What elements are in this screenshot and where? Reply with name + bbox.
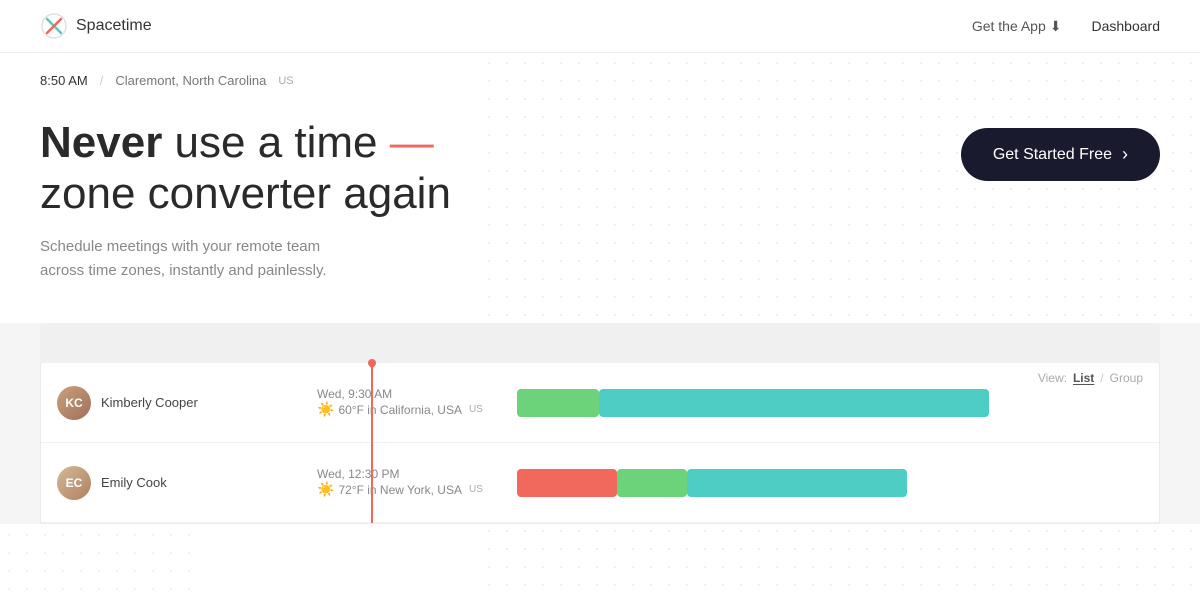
location-country: us: [278, 75, 293, 87]
emily-bar-blue: [687, 469, 907, 497]
hero-title-bold: Never: [40, 118, 162, 167]
time-indicator: [371, 363, 373, 523]
table-row: KC Kimberly Cooper Wed, 9:30 AM ☀️ 60°F …: [41, 363, 1159, 443]
logo-area[interactable]: Spacetime: [40, 12, 152, 40]
main-content: 8:50 AM / Claremont, North Carolina us N…: [0, 53, 1200, 524]
avatar-kimberly: KC: [57, 386, 91, 420]
kimberly-datetime: Wed, 9:30 AM: [317, 387, 517, 401]
location-bar: 8:50 AM / Claremont, North Carolina us: [40, 73, 1160, 88]
kimberly-weather-text: 60°F in California, USA: [338, 403, 462, 417]
kimberly-bar-blue: [599, 389, 989, 417]
member-info-kimberly: KC Kimberly Cooper: [57, 386, 317, 420]
hero-subtitle-1: Schedule meetings with your remote team: [40, 235, 451, 259]
hero-dash: —: [390, 118, 434, 167]
header-nav: Get the App ⬇ Dashboard: [972, 18, 1160, 35]
cta-arrow-icon: ›: [1122, 144, 1128, 165]
kimberly-timeline-bars: [517, 386, 1143, 420]
download-icon: ⬇: [1050, 18, 1062, 35]
emily-timeline-bars: [517, 466, 1143, 500]
location-divider: /: [100, 73, 104, 88]
timeline-header-bar: [40, 323, 1160, 363]
header: Spacetime Get the App ⬇ Dashboard: [0, 0, 1200, 53]
kimberly-country: us: [469, 404, 483, 415]
avatar-emily: EC: [57, 466, 91, 500]
sun-icon-kimberly: ☀️: [317, 401, 334, 418]
kimberly-bar-green: [517, 389, 599, 417]
emily-weather-text: 72°F in New York, USA: [338, 483, 462, 497]
kimberly-time-info: Wed, 9:30 AM ☀️ 60°F in California, USA …: [317, 387, 517, 418]
member-info-emily: EC Emily Cook: [57, 466, 317, 500]
hero-text: Never use a time — zone converter again …: [40, 118, 451, 283]
kimberly-weather: ☀️ 60°F in California, USA us: [317, 401, 517, 418]
current-time: 8:50 AM: [40, 73, 88, 88]
timeline-content: View: List / Group KC Kimberly Cooper We…: [40, 363, 1160, 524]
hero-subtitle-2: across time zones, instantly and painles…: [40, 259, 451, 283]
table-row: EC Emily Cook Wed, 12:30 PM ☀️ 72°F in N…: [41, 443, 1159, 523]
hero-title-rest: use a time: [162, 118, 389, 167]
get-app-label: Get the App: [972, 18, 1046, 34]
sun-icon-emily: ☀️: [317, 481, 334, 498]
member-name-emily: Emily Cook: [101, 475, 167, 490]
cta-label: Get Started Free: [993, 146, 1112, 164]
member-name-kimberly: Kimberly Cooper: [101, 395, 198, 410]
emily-country: us: [469, 484, 483, 495]
emily-time-info: Wed, 12:30 PM ☀️ 72°F in New York, USA u…: [317, 467, 517, 498]
logo-icon: [40, 12, 68, 40]
hero-title: Never use a time — zone converter again: [40, 118, 451, 219]
get-started-button[interactable]: Get Started Free ›: [961, 128, 1160, 181]
emily-bar-red: [517, 469, 617, 497]
hero-title-line2: zone converter again: [40, 169, 451, 218]
dashboard-link[interactable]: Dashboard: [1092, 18, 1161, 34]
logo-text: Spacetime: [76, 17, 152, 35]
get-app-link[interactable]: Get the App ⬇: [972, 18, 1062, 35]
hero-cta: Get Started Free ›: [961, 128, 1160, 181]
hero-section: Never use a time — zone converter again …: [40, 118, 1160, 283]
emily-bar-green: [617, 469, 687, 497]
emily-weather: ☀️ 72°F in New York, USA us: [317, 481, 517, 498]
timeline-section: View: List / Group KC Kimberly Cooper We…: [0, 323, 1200, 524]
emily-datetime: Wed, 12:30 PM: [317, 467, 517, 481]
location-city: Claremont, North Carolina: [115, 73, 266, 88]
